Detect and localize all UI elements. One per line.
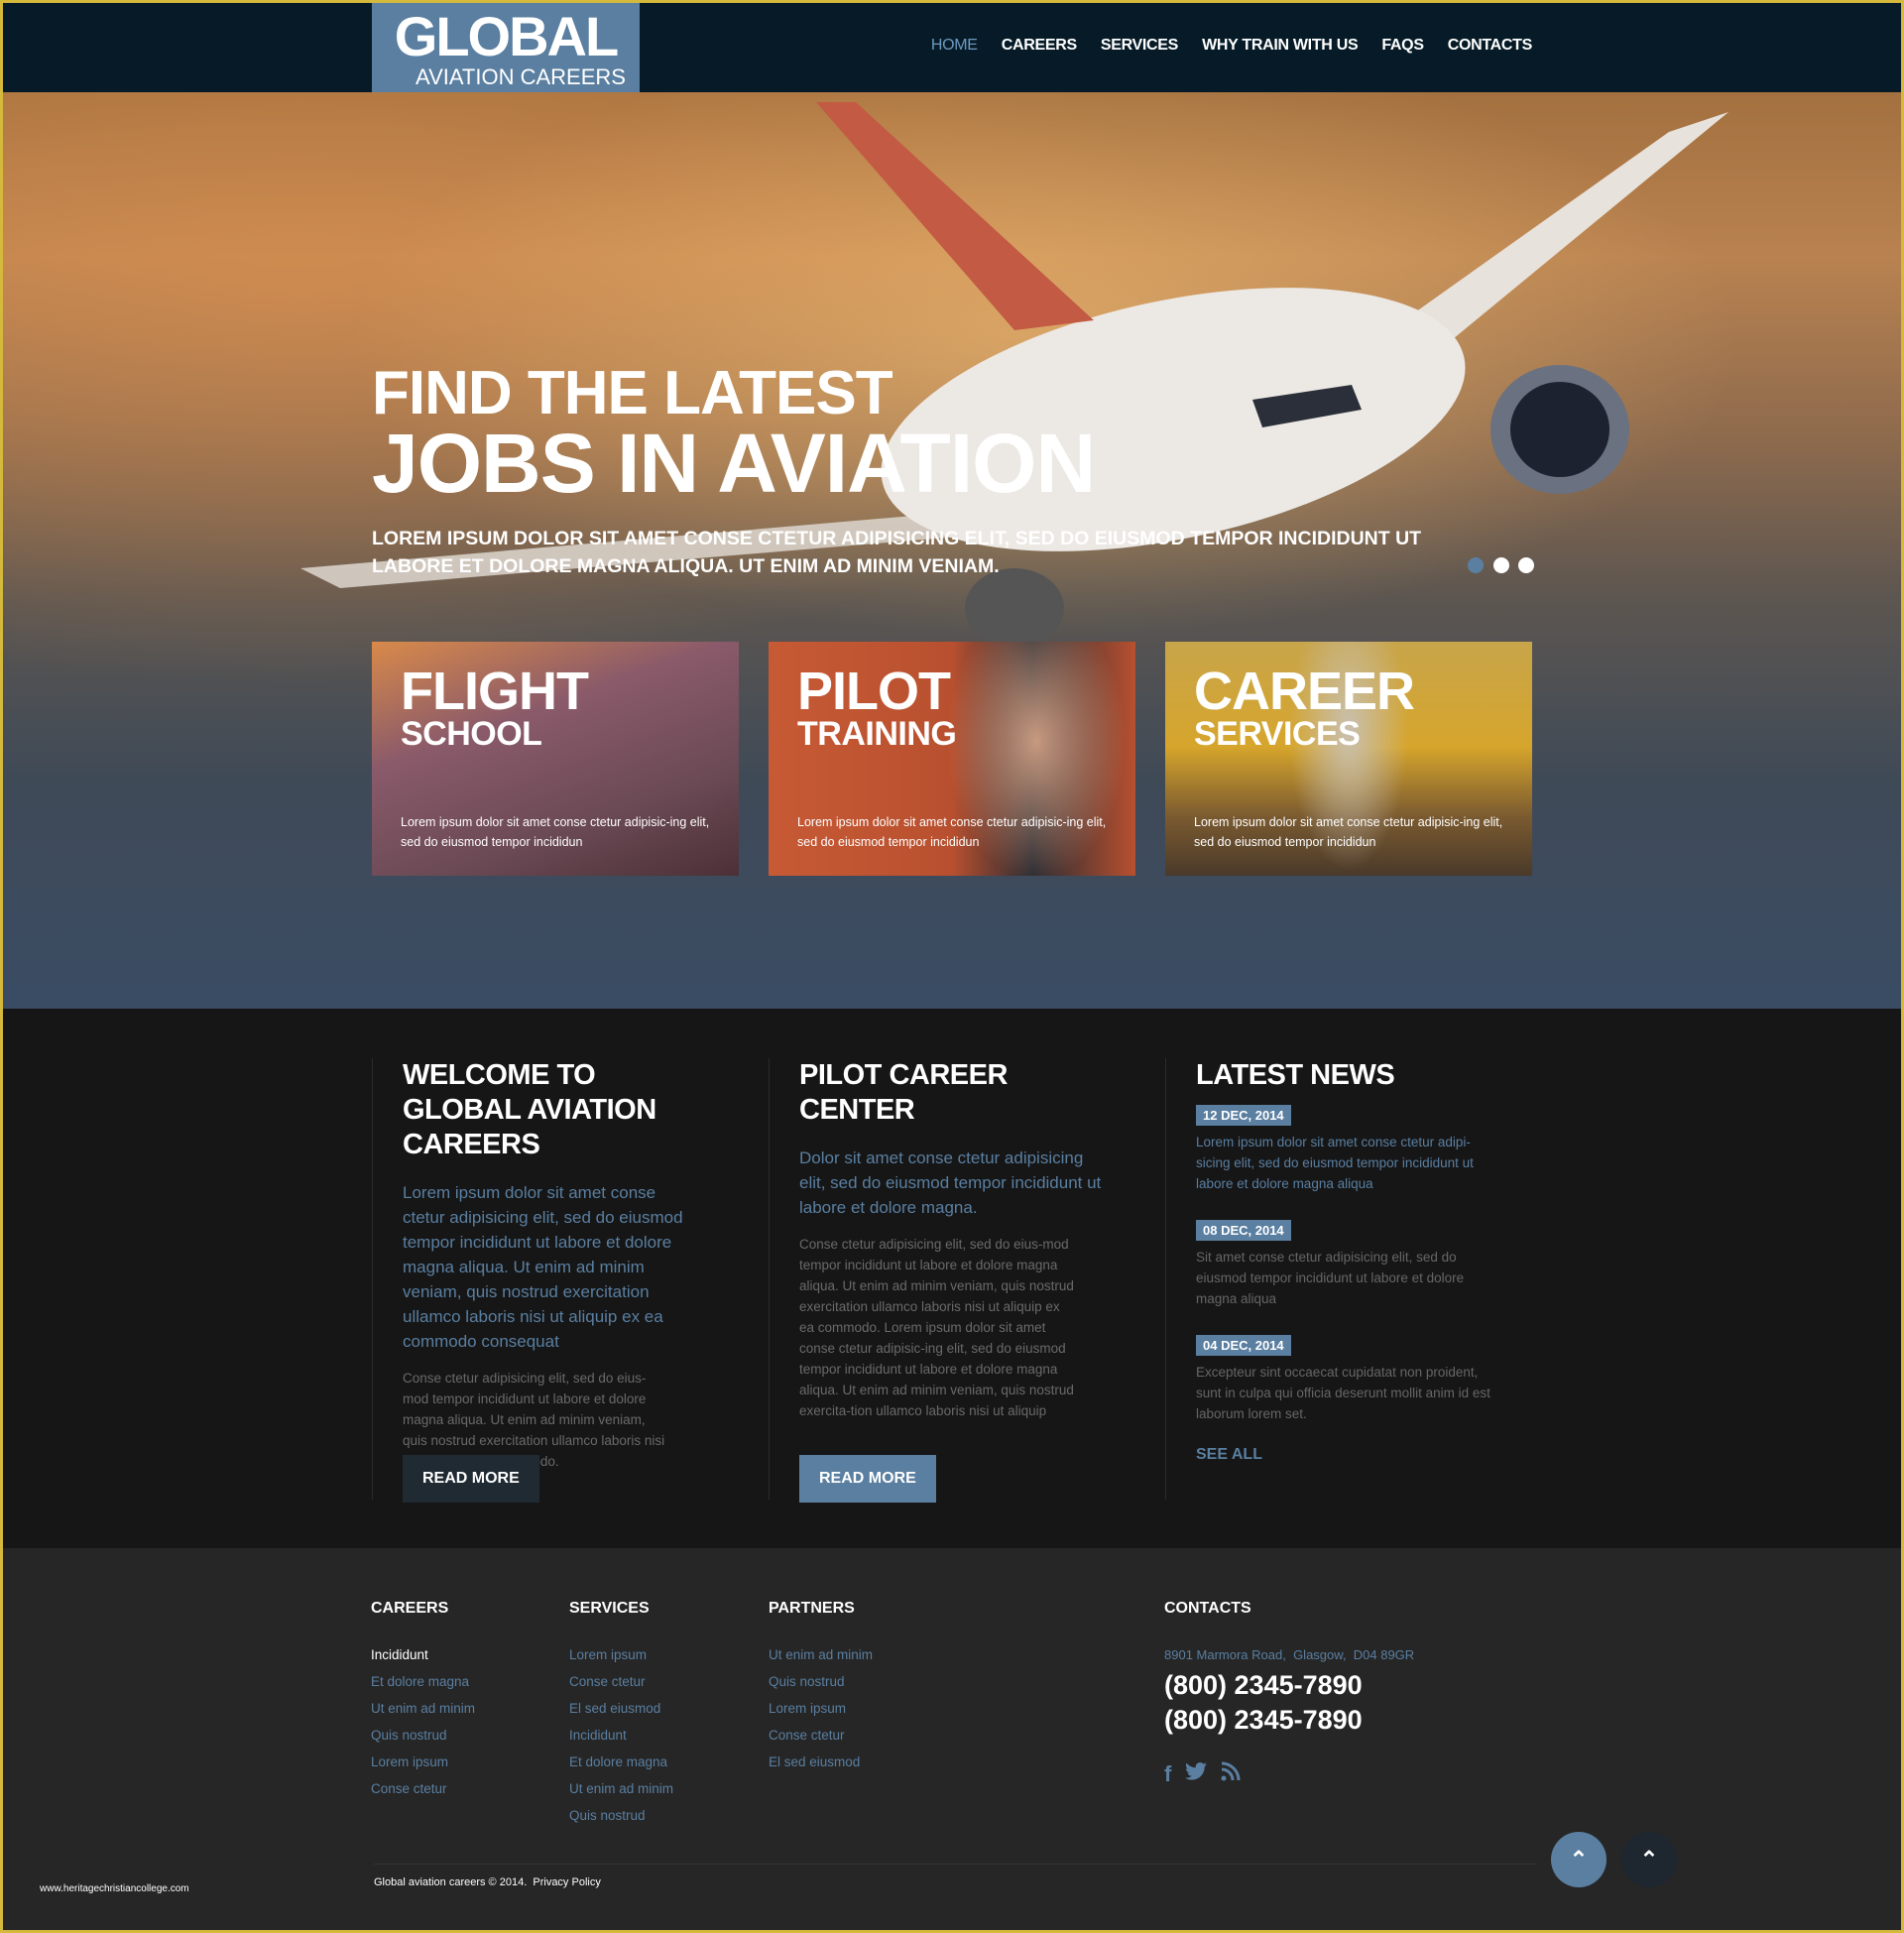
footer-link[interactable]: Quis nostrud <box>769 1668 873 1695</box>
footer-divider <box>374 1864 1536 1865</box>
copyright-text: Global aviation careers © 2014. <box>374 1876 528 1888</box>
chevron-up-icon: ⌃ <box>1569 1847 1589 1872</box>
news-text: Lorem ipsum dolor sit amet conse ctetur … <box>1196 1135 1474 1191</box>
footer-link[interactable]: Conse ctetur <box>371 1775 475 1802</box>
scroll-top-button[interactable]: ⌃ <box>1551 1832 1606 1887</box>
logo-subtitle: AVIATION CAREERS <box>416 64 626 89</box>
scroll-top-button-secondary[interactable]: ⌃ <box>1621 1832 1677 1887</box>
footer: CAREERS Incididunt Et dolore magna Ut en… <box>3 1548 1901 1930</box>
footer-link[interactable]: Ut enim ad minim <box>569 1775 673 1802</box>
card-pilot-training[interactable]: PILOT TRAINING Lorem ipsum dolor sit ame… <box>769 642 1135 876</box>
rss-icon[interactable] <box>1221 1761 1241 1787</box>
pilot-career-lead: Dolor sit amet conse ctetur adipisicing … <box>799 1148 1102 1217</box>
slider-dot-3[interactable] <box>1518 557 1534 573</box>
hero-title-line2: JOBS IN AVIATION <box>372 417 1096 510</box>
read-more-button[interactable]: READ MORE <box>799 1455 936 1503</box>
card-subtitle: SCHOOL <box>401 715 542 753</box>
news-date: 08 DEC, 2014 <box>1196 1220 1291 1241</box>
card-title: FLIGHT <box>401 662 589 721</box>
pilot-career-column: PILOT CAREER CENTER Dolor sit amet conse… <box>769 1058 1165 1503</box>
card-title: PILOT <box>797 662 951 721</box>
footer-link[interactable]: Et dolore magna <box>371 1668 475 1695</box>
read-more-button[interactable]: READ MORE <box>403 1455 539 1503</box>
footer-link[interactable]: Lorem ipsum <box>769 1695 873 1722</box>
card-flight-school[interactable]: FLIGHT SCHOOL Lorem ipsum dolor sit amet… <box>372 642 739 876</box>
card-text: Lorem ipsum dolor sit amet conse ctetur … <box>797 815 1107 849</box>
footer-careers: CAREERS Incididunt Et dolore magna Ut en… <box>371 1600 475 1802</box>
welcome-lead: Lorem ipsum dolor sit amet conse ctetur … <box>403 1183 683 1351</box>
footer-link[interactable]: Lorem ipsum <box>569 1641 673 1668</box>
footer-link[interactable]: El sed eiusmod <box>569 1695 673 1722</box>
logo[interactable]: GLOBAL AVIATION CAREERS <box>372 3 640 92</box>
slider-dot-2[interactable] <box>1493 557 1509 573</box>
welcome-column: WELCOME TO GLOBAL AVIATION CAREERS Lorem… <box>372 1058 739 1503</box>
footer-heading: CAREERS <box>371 1600 449 1617</box>
footer-link[interactable]: Quis nostrud <box>371 1722 475 1749</box>
twitter-icon[interactable] <box>1185 1761 1208 1787</box>
footer-link[interactable]: Lorem ipsum <box>371 1749 475 1775</box>
news-text: Sit amet conse ctetur adipisicing elit, … <box>1196 1250 1465 1306</box>
footer-link[interactable]: Incididunt <box>569 1722 673 1749</box>
card-subtitle: SERVICES <box>1194 715 1361 753</box>
footer-heading: SERVICES <box>569 1600 650 1617</box>
watermark: www.heritagechristiancollege.com <box>40 1883 189 1894</box>
nav-contacts[interactable]: CONTACTS <box>1448 37 1533 55</box>
news-item[interactable]: 08 DEC, 2014 Sit amet conse ctetur adipi… <box>1196 1194 1503 1309</box>
header: GLOBAL AVIATION CAREERS HOME CAREERS SER… <box>3 3 1901 92</box>
card-text: Lorem ipsum dolor sit amet conse ctetur … <box>1194 815 1503 849</box>
footer-contacts: CONTACTS 8901 Marmora Road, Glasgow, D04… <box>1164 1600 1414 1787</box>
see-all-link[interactable]: SEE ALL <box>1196 1446 1522 1464</box>
hero-slider: FIND THE LATEST JOBS IN AVIATION LOREM I… <box>3 92 1901 1009</box>
footer-link[interactable]: Conse ctetur <box>769 1722 873 1749</box>
footer-link[interactable]: Quis nostrud <box>569 1802 673 1829</box>
phone-2[interactable]: (800) 2345-7890 <box>1164 1703 1414 1738</box>
footer-link[interactable]: Ut enim ad minim <box>769 1641 873 1668</box>
nav-careers[interactable]: CAREERS <box>1002 37 1077 55</box>
phone-1[interactable]: (800) 2345-7890 <box>1164 1668 1414 1703</box>
footer-link[interactable]: Et dolore magna <box>569 1749 673 1775</box>
footer-link[interactable]: Ut enim ad minim <box>371 1695 475 1722</box>
footer-heading: CONTACTS <box>1164 1600 1251 1617</box>
privacy-policy-link[interactable]: Privacy Policy <box>533 1876 600 1888</box>
address: 8901 Marmora Road, Glasgow, D04 89GR <box>1164 1647 1415 1662</box>
news-date: 12 DEC, 2014 <box>1196 1105 1291 1126</box>
hero-subtitle: LOREM IPSUM DOLOR SIT AMET CONSE CTETUR … <box>372 528 1422 577</box>
news-date: 04 DEC, 2014 <box>1196 1335 1291 1356</box>
facebook-icon[interactable]: f <box>1164 1761 1171 1787</box>
card-text: Lorem ipsum dolor sit amet conse ctetur … <box>401 815 710 849</box>
content-section: WELCOME TO GLOBAL AVIATION CAREERS Lorem… <box>3 1009 1901 1548</box>
news-title: LATEST NEWS <box>1196 1059 1395 1091</box>
footer-link[interactable]: Conse ctetur <box>569 1668 673 1695</box>
news-item[interactable]: 04 DEC, 2014 Excepteur sint occaecat cup… <box>1196 1309 1503 1424</box>
footer-heading: PARTNERS <box>769 1600 855 1617</box>
card-title: CAREER <box>1194 662 1415 721</box>
pilot-career-text: Conse ctetur adipisicing elit, sed do ei… <box>799 1237 1074 1418</box>
footer-services: SERVICES Lorem ipsum Conse ctetur El sed… <box>569 1600 673 1829</box>
footer-partners: PARTNERS Ut enim ad minim Quis nostrud L… <box>769 1600 873 1775</box>
footer-link[interactable]: Incididunt <box>371 1641 475 1668</box>
main-nav: HOME CAREERS SERVICES WHY TRAIN WITH US … <box>931 37 1532 55</box>
nav-faqs[interactable]: FAQS <box>1381 37 1424 55</box>
welcome-title: WELCOME TO GLOBAL AVIATION CAREERS <box>403 1059 656 1160</box>
nav-home[interactable]: HOME <box>931 37 978 55</box>
slider-dot-1[interactable] <box>1468 557 1484 573</box>
nav-why-train[interactable]: WHY TRAIN WITH US <box>1202 37 1359 55</box>
latest-news-column: LATEST NEWS 12 DEC, 2014 Lorem ipsum dol… <box>1165 1058 1522 1500</box>
card-subtitle: TRAINING <box>797 715 957 753</box>
page: GLOBAL AVIATION CAREERS HOME CAREERS SER… <box>3 3 1901 1930</box>
logo-title: GLOBAL <box>394 5 619 67</box>
copyright: Global aviation careers © 2014. Privacy … <box>374 1876 601 1888</box>
footer-link[interactable]: El sed eiusmod <box>769 1749 873 1775</box>
card-career-services[interactable]: CAREER SERVICES Lorem ipsum dolor sit am… <box>1165 642 1532 876</box>
news-text: Excepteur sint occaecat cupidatat non pr… <box>1196 1365 1490 1421</box>
nav-services[interactable]: SERVICES <box>1101 37 1179 55</box>
pilot-career-title: PILOT CAREER CENTER <box>799 1059 1008 1126</box>
chevron-up-icon: ⌃ <box>1639 1847 1659 1872</box>
news-item[interactable]: 12 DEC, 2014 Lorem ipsum dolor sit amet … <box>1196 1093 1503 1194</box>
